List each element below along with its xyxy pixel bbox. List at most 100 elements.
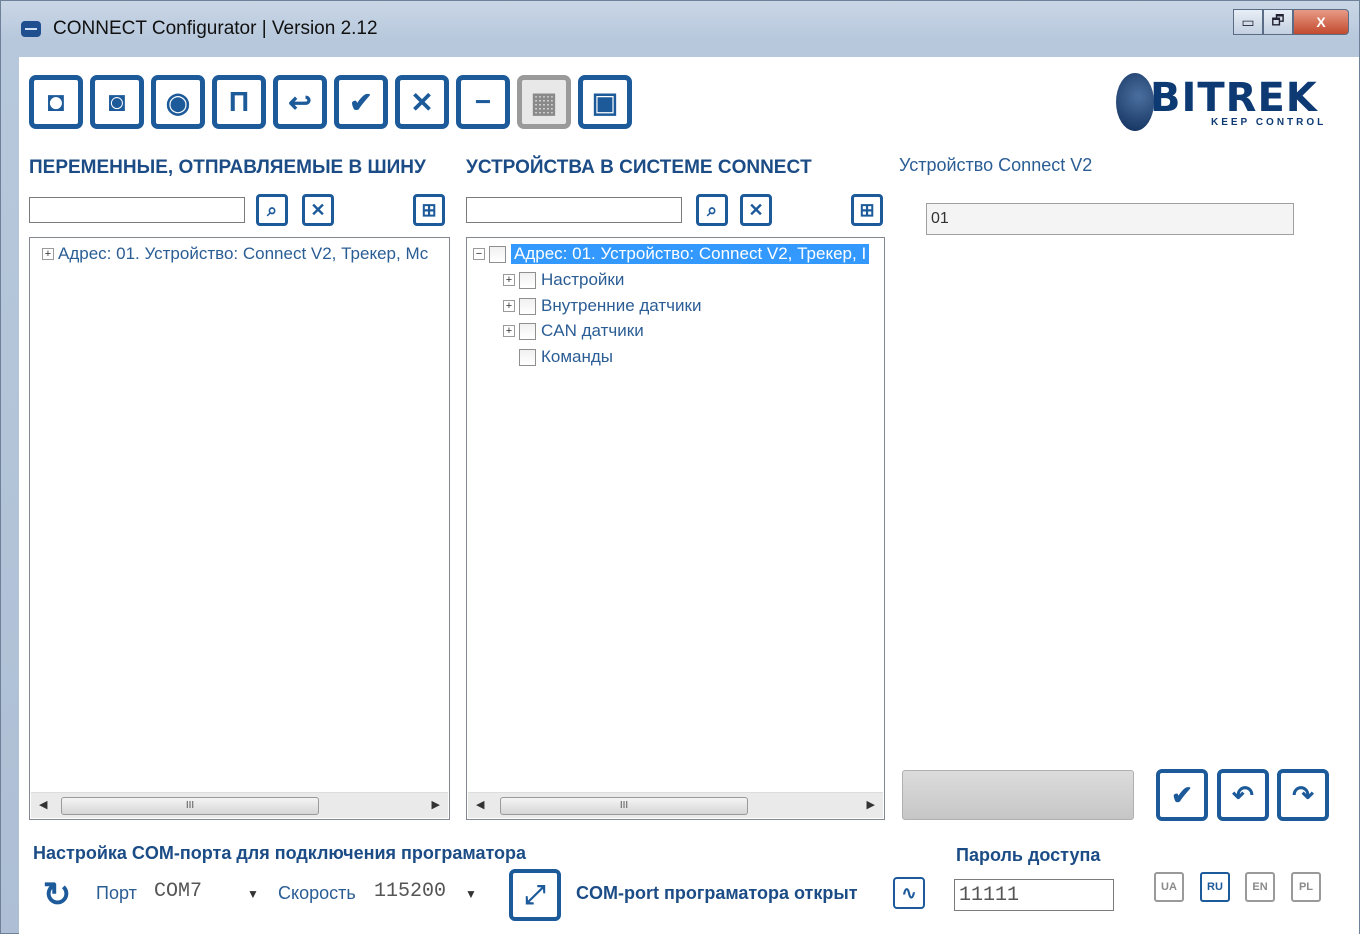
- view-icon: ◉: [165, 86, 191, 118]
- tree-node[interactable]: Команды: [519, 345, 613, 369]
- expand-icon: ⤢: [524, 879, 546, 909]
- check-button[interactable]: ✔: [334, 75, 388, 129]
- tree-node-root[interactable]: − Адрес: 01. Устройство: Connect V2, Тре…: [473, 242, 870, 266]
- minus-button[interactable]: −: [456, 75, 510, 129]
- close-window-button[interactable]: X: [1293, 9, 1349, 35]
- close-icon: ✕: [410, 86, 434, 118]
- middle-search-input[interactable]: [466, 197, 682, 223]
- scroll-right-icon[interactable]: ▶: [432, 798, 440, 811]
- collapse-icon[interactable]: −: [473, 248, 485, 260]
- address-field[interactable]: 01: [926, 203, 1294, 235]
- read-config-button[interactable]: ◘: [29, 75, 83, 129]
- scroll-thumb[interactable]: III: [61, 797, 319, 815]
- write-config-button[interactable]: ◙: [90, 75, 144, 129]
- port-select[interactable]: COM7: [154, 880, 202, 903]
- title-bar: CONNECT Configurator | Version 2.12 ▭ 🗗 …: [1, 1, 1359, 57]
- com-settings-title: Настройка COM-порта для подключения прог…: [33, 843, 527, 863]
- tree-node[interactable]: + Внутренние датчики: [503, 294, 701, 318]
- view-button[interactable]: ◉: [151, 75, 205, 129]
- port-label: Порт: [96, 883, 137, 903]
- tree-checkbox[interactable]: [519, 322, 536, 340]
- pulse-icon: ∿: [901, 882, 917, 903]
- refresh-button[interactable]: ↻: [35, 869, 79, 921]
- password-label: Пароль доступа: [956, 845, 1101, 865]
- logo-brand: BITREK: [1150, 75, 1318, 121]
- lang-ua-button[interactable]: UA: [1154, 872, 1184, 902]
- tree-node[interactable]: + CAN датчики: [503, 319, 644, 343]
- scroll-left-icon[interactable]: ◀: [39, 798, 47, 811]
- left-search-button[interactable]: ⌕: [256, 194, 288, 226]
- chip-icon: ▦: [530, 86, 558, 118]
- expander-icon[interactable]: +: [503, 300, 515, 312]
- expander-icon[interactable]: +: [42, 248, 54, 260]
- apply-button[interactable]: ✔: [1156, 769, 1208, 821]
- pause-icon: Π: [228, 86, 250, 117]
- middle-tree-view[interactable]: − Адрес: 01. Устройство: Connect V2, Тре…: [466, 237, 885, 820]
- scroll-right-icon[interactable]: ▶: [867, 798, 875, 811]
- monitor-icon: ▣: [591, 86, 619, 118]
- speed-select[interactable]: 115200: [374, 880, 446, 903]
- lang-en-button[interactable]: EN: [1245, 872, 1275, 902]
- chevron-down-icon[interactable]: ▼: [247, 887, 259, 901]
- back-icon: ↩: [288, 86, 312, 118]
- scroll-thumb[interactable]: III: [500, 797, 748, 815]
- app-icon: [21, 21, 41, 37]
- left-horizontal-scrollbar[interactable]: ◀ III ▶: [31, 792, 448, 818]
- tree-checkbox[interactable]: [519, 271, 536, 289]
- middle-search-button[interactable]: ⌕: [696, 194, 728, 226]
- pause-button[interactable]: Π: [212, 75, 266, 129]
- globe-icon: [1116, 73, 1154, 131]
- write-config-icon: ◙: [108, 86, 126, 117]
- back-button[interactable]: ↩: [273, 75, 327, 129]
- bitrek-logo: BITREK KEEP CONTROL: [1116, 73, 1331, 133]
- middle-clear-button[interactable]: ✕: [740, 194, 772, 226]
- tree-node[interactable]: + Адрес: 01. Устройство: Connect V2, Тре…: [42, 242, 428, 266]
- left-tree-expand-button[interactable]: ⊞: [413, 194, 445, 226]
- expander-icon[interactable]: +: [503, 274, 515, 286]
- tree-node-label: Адрес: 01. Устройство: Connect V2, Треке…: [511, 244, 870, 264]
- left-tree-view[interactable]: + Адрес: 01. Устройство: Connect V2, Тре…: [29, 237, 450, 820]
- tree-icon: ⊞: [421, 199, 437, 220]
- middle-horizontal-scrollbar[interactable]: ◀ III ▶: [468, 792, 883, 818]
- signal-button[interactable]: ∿: [893, 877, 925, 909]
- window-controls: ▭ 🗗 X: [1233, 9, 1349, 35]
- chip-button[interactable]: ▦: [517, 75, 571, 129]
- tree-checkbox[interactable]: [489, 245, 506, 263]
- left-clear-button[interactable]: ✕: [302, 194, 334, 226]
- tree-node[interactable]: + Настройки: [503, 268, 624, 292]
- chevron-down-icon[interactable]: ▼: [465, 887, 477, 901]
- search-icon: ⌕: [706, 199, 718, 220]
- search-icon: ⌕: [266, 199, 278, 220]
- minimize-button[interactable]: ▭: [1233, 9, 1263, 35]
- cancel-button[interactable]: ✕: [395, 75, 449, 129]
- tree-checkbox[interactable]: [519, 348, 536, 366]
- tree-checkbox[interactable]: [519, 297, 536, 315]
- speed-label: Скорость: [278, 883, 356, 903]
- lang-ru-button[interactable]: RU: [1200, 872, 1230, 902]
- redo-icon: ↷: [1292, 779, 1314, 810]
- maximize-button[interactable]: 🗗: [1263, 9, 1293, 35]
- refresh-icon: ↻: [42, 876, 72, 914]
- device-label: Устройство Connect V2: [899, 155, 1093, 175]
- tree-node-label: Команды: [541, 347, 614, 366]
- check-icon: ✔: [349, 86, 373, 118]
- minus-icon: −: [474, 86, 492, 117]
- window-title: CONNECT Configurator | Version 2.12: [53, 18, 378, 39]
- undo-button[interactable]: ↶: [1217, 769, 1269, 821]
- progress-bar: [902, 770, 1134, 820]
- toolbar: ◘ ◙ ◉ Π ↩ ✔ ✕ − ▦ ▣: [29, 75, 632, 129]
- left-search-input[interactable]: [29, 197, 245, 223]
- scroll-left-icon[interactable]: ◀: [476, 798, 484, 811]
- middle-tree-expand-button[interactable]: ⊞: [851, 194, 883, 226]
- tree-icon: ⊞: [859, 199, 875, 220]
- close-icon: ✕: [748, 199, 764, 220]
- expander-icon[interactable]: +: [503, 325, 515, 337]
- undo-icon: ↶: [1232, 779, 1254, 810]
- lang-pl-button[interactable]: PL: [1291, 872, 1321, 902]
- logo-slogan: KEEP CONTROL: [1211, 117, 1327, 128]
- connect-button[interactable]: ⤢: [509, 869, 561, 921]
- tree-node-label: Настройки: [541, 270, 625, 289]
- password-input[interactable]: [954, 879, 1114, 911]
- redo-button[interactable]: ↷: [1277, 769, 1329, 821]
- monitor-button[interactable]: ▣: [578, 75, 632, 129]
